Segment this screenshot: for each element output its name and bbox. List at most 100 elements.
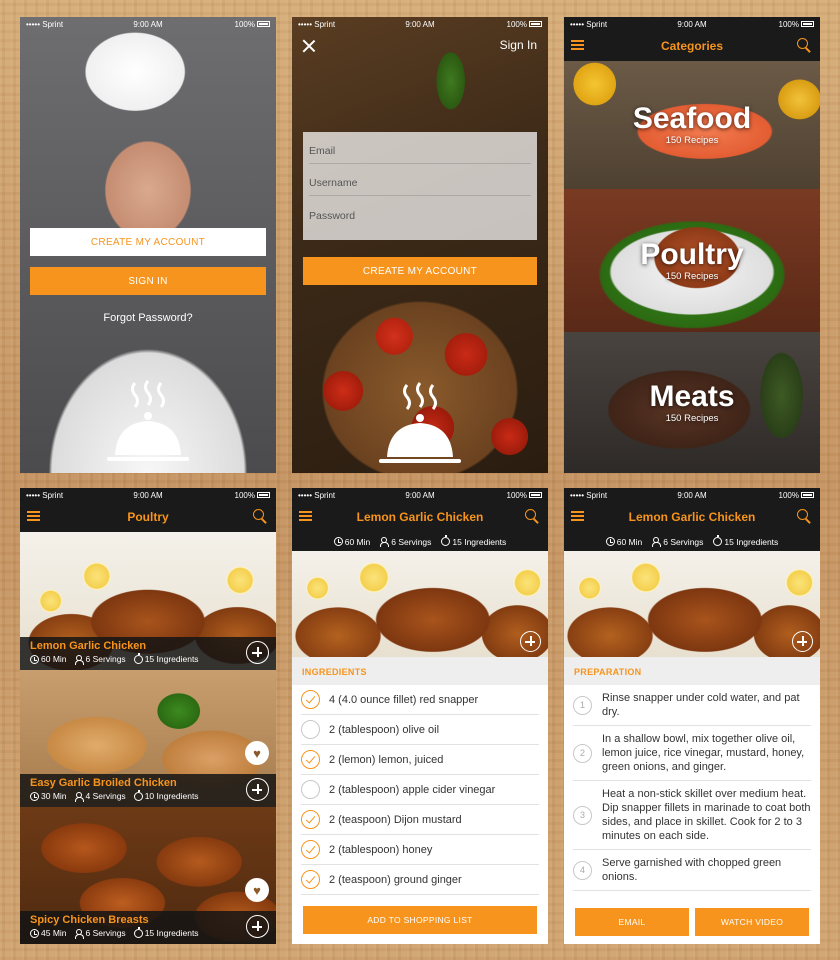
username-field[interactable]: Username xyxy=(309,164,531,196)
carrier-label: ••••• Sprint xyxy=(570,490,608,500)
page-title: Poultry xyxy=(127,510,169,524)
checked-icon[interactable] xyxy=(301,810,320,829)
add-recipe-icon[interactable] xyxy=(246,641,269,664)
recipe-servings: 6 Servings xyxy=(85,928,126,938)
search-icon[interactable] xyxy=(797,509,811,523)
category-poultry[interactable]: Poultry 150 Recipes xyxy=(564,189,820,332)
ingredient-item[interactable]: 2 (teaspoon) Dijon mustard xyxy=(301,805,539,835)
timer-icon xyxy=(133,926,143,938)
battery-icon xyxy=(800,492,814,499)
carrier-label: ••••• Sprint xyxy=(26,490,64,500)
battery-label: 100% xyxy=(234,19,255,29)
step-text: Serve garnished with chopped green onion… xyxy=(602,857,782,883)
ingredient-item[interactable]: 2 (teaspoon) ground ginger xyxy=(301,865,539,895)
time-label: 9:00 AM xyxy=(677,19,707,29)
recipe-preparation-screen: ••••• Sprint 9:00 AM 100% Lemon Garlic C… xyxy=(564,488,820,944)
search-icon[interactable] xyxy=(797,38,811,52)
battery-label: 100% xyxy=(778,490,799,500)
heart-icon[interactable]: ♥ xyxy=(245,741,269,765)
recipe-card[interactable]: ♥ Spicy Chicken Breasts 45 Min 6 Serving… xyxy=(20,807,276,944)
welcome-screen: ••••• Sprint 9:00 AM 100% CREATE MY ACCO… xyxy=(20,17,276,473)
clock-icon xyxy=(30,928,39,938)
add-recipe-icon[interactable] xyxy=(520,631,541,652)
recipe-card[interactable]: Lemon Garlic Chicken 60 Min 6 Servings 1… xyxy=(20,532,276,670)
recipe-info-bar: Easy Garlic Broiled Chicken 30 Min 4 Ser… xyxy=(20,774,276,807)
preparation-step: 4 Serve garnished with chopped green onio… xyxy=(573,850,811,891)
add-recipe-icon[interactable] xyxy=(246,778,269,801)
unchecked-icon[interactable] xyxy=(301,720,320,739)
recipe-time: 60 Min xyxy=(616,536,643,547)
step-text: Heat a non-stick skillet over medium hea… xyxy=(602,788,811,842)
recipe-servings: 6 Servings xyxy=(391,536,432,547)
page-title: Lemon Garlic Chicken xyxy=(356,510,484,524)
add-recipe-icon[interactable] xyxy=(792,631,813,652)
preparation-step: 2 In a shallow bowl, mix together olive o… xyxy=(573,726,811,781)
recipe-ingredients: 15 Ingredients xyxy=(144,654,199,664)
recipe-title: Easy Garlic Broiled Chicken xyxy=(30,777,177,789)
recipe-card[interactable]: ♥ Easy Garlic Broiled Chicken 30 Min 4 S… xyxy=(20,670,276,807)
category-count: 150 Recipes xyxy=(665,412,719,424)
checked-icon[interactable] xyxy=(301,690,320,709)
time-label: 9:00 AM xyxy=(405,19,435,29)
ingredient-item[interactable]: 2 (lemon) lemon, juiced xyxy=(301,745,539,775)
status-bar: ••••• Sprint 9:00 AM 100% xyxy=(292,17,548,31)
ingredient-item[interactable]: 2 (tablespoon) olive oil xyxy=(301,715,539,745)
watch-video-button[interactable]: WATCH VIDEO xyxy=(695,908,809,936)
ingredient-text: 2 (teaspoon) Dijon mustard xyxy=(329,813,462,826)
recipe-title: Spicy Chicken Breasts xyxy=(30,914,149,926)
search-icon[interactable] xyxy=(525,509,539,523)
ingredient-item[interactable]: 4 (4.0 ounce fillet) red snapper xyxy=(301,685,539,715)
menu-icon[interactable] xyxy=(571,40,584,50)
category-meats[interactable]: Meats 150 Recipes xyxy=(564,332,820,473)
checked-icon[interactable] xyxy=(301,870,320,889)
battery-icon xyxy=(256,21,270,28)
recipe-servings: 4 Servings xyxy=(85,791,126,801)
carrier-label: ••••• Sprint xyxy=(26,19,64,29)
menu-icon[interactable] xyxy=(571,511,584,521)
nav-bar: Lemon Garlic Chicken xyxy=(564,502,820,532)
step-text: In a shallow bowl, mix together olive oi… xyxy=(602,733,805,773)
category-count: 150 Recipes xyxy=(665,270,719,282)
sign-in-button[interactable]: SIGN IN xyxy=(30,267,266,295)
heart-icon[interactable]: ♥ xyxy=(245,878,269,902)
recipe-time: 60 Min xyxy=(41,654,67,664)
people-icon xyxy=(380,537,390,547)
page-title: Lemon Garlic Chicken xyxy=(628,510,756,524)
timer-icon xyxy=(441,535,451,546)
people-icon xyxy=(74,791,84,802)
ingredient-text: 2 (tablespoon) apple cider vinegar xyxy=(329,783,496,796)
status-bar: ••••• Sprint 9:00 AM 100% xyxy=(20,488,276,502)
ingredients-heading: INGREDIENTS xyxy=(292,657,548,685)
menu-icon[interactable] xyxy=(27,511,40,521)
clock-icon xyxy=(333,537,343,546)
add-recipe-icon[interactable] xyxy=(246,915,269,938)
add-to-shopping-list-button[interactable]: ADD TO SHOPPING LIST xyxy=(303,906,537,934)
email-field[interactable]: Email xyxy=(309,132,531,164)
create-account-button[interactable]: CREATE MY ACCOUNT xyxy=(303,257,537,285)
password-field[interactable]: Password xyxy=(309,196,531,228)
battery-icon xyxy=(528,492,542,499)
preparation-heading: PREPARATION xyxy=(564,657,820,685)
close-icon[interactable] xyxy=(302,39,316,53)
category-name: Seafood xyxy=(632,102,752,135)
create-account-button[interactable]: CREATE MY ACCOUNT xyxy=(30,228,266,256)
ingredient-item[interactable]: 2 (tablespoon) honey xyxy=(301,835,539,865)
recipe-time: 60 Min xyxy=(344,536,371,547)
category-seafood[interactable]: Seafood 150 Recipes xyxy=(564,61,820,189)
checked-icon[interactable] xyxy=(301,750,320,769)
people-icon xyxy=(74,654,84,665)
ingredient-item[interactable]: 2 (tablespoon) apple cider vinegar xyxy=(301,775,539,805)
checked-icon[interactable] xyxy=(301,840,320,859)
cloche-logo-icon xyxy=(379,382,461,463)
menu-icon[interactable] xyxy=(299,511,312,521)
step-number: 2 xyxy=(573,743,592,763)
preparation-step: 3 Heat a non-stick skillet over medium he… xyxy=(573,781,811,850)
battery-label: 100% xyxy=(506,490,527,500)
battery-icon xyxy=(800,21,814,28)
search-icon[interactable] xyxy=(253,509,267,523)
email-button[interactable]: EMAIL xyxy=(575,908,689,936)
unchecked-icon[interactable] xyxy=(301,780,320,799)
category-count: 150 Recipes xyxy=(665,135,719,146)
forgot-password-link[interactable]: Forgot Password? xyxy=(20,312,276,324)
carrier-label: ••••• Sprint xyxy=(298,490,336,500)
